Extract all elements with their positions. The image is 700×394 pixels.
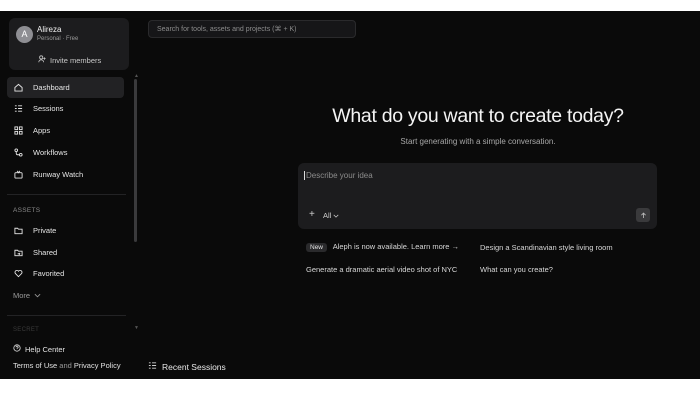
chevron-down-icon bbox=[34, 291, 41, 300]
suggestion-living-room[interactable]: Design a Scandinavian style living room bbox=[480, 243, 613, 252]
sidebar-item-label: Favorited bbox=[33, 269, 65, 278]
sidebar-item-label: Private bbox=[33, 226, 57, 235]
sidebar-item-label: Shared bbox=[33, 248, 58, 257]
sidebar-divider bbox=[7, 194, 126, 195]
sessions-icon bbox=[148, 361, 157, 372]
account-name: Alireza bbox=[37, 25, 62, 34]
sidebar: A Alireza Personal · Free Invite members… bbox=[0, 11, 139, 379]
sidebar-scrollbar[interactable] bbox=[134, 79, 137, 242]
sidebar-item-label: Dashboard bbox=[33, 83, 70, 92]
suggestion-label: Aleph is now available. Learn more → bbox=[332, 242, 460, 251]
tv-icon bbox=[12, 169, 24, 181]
sidebar-item-apps[interactable]: Apps bbox=[7, 120, 124, 141]
sessions-icon bbox=[12, 103, 24, 115]
send-button[interactable] bbox=[636, 208, 650, 222]
add-attachment-button[interactable]: + bbox=[309, 209, 315, 220]
scroll-down-arrow[interactable]: ▼ bbox=[134, 325, 139, 331]
prompt-input[interactable]: Describe your idea bbox=[304, 171, 373, 180]
heart-icon bbox=[12, 268, 24, 280]
sidebar-item-label: Workflows bbox=[33, 148, 68, 157]
sidebar-item-label: Sessions bbox=[33, 104, 64, 113]
page-subtitle: Start generating with a simple conversat… bbox=[400, 137, 556, 146]
apps-grid-icon bbox=[12, 125, 24, 137]
sidebar-item-runway-watch[interactable]: Runway Watch bbox=[7, 164, 124, 185]
mode-select-label: All bbox=[323, 211, 332, 220]
folder-icon bbox=[12, 225, 24, 237]
workflow-icon bbox=[12, 147, 24, 159]
privacy-link[interactable]: Privacy Policy bbox=[74, 361, 121, 370]
more-label: More bbox=[13, 291, 31, 300]
recent-sessions-label: Recent Sessions bbox=[162, 361, 226, 372]
sidebar-item-label: Apps bbox=[33, 126, 51, 135]
add-user-icon bbox=[38, 55, 46, 65]
help-center-link[interactable]: Help Center bbox=[13, 344, 65, 354]
account-card[interactable]: A Alireza Personal · Free Invite members bbox=[9, 18, 129, 70]
help-icon bbox=[13, 344, 21, 354]
recent-sessions-header[interactable]: Recent Sessions bbox=[148, 361, 226, 372]
shared-folder-icon bbox=[12, 247, 24, 259]
invite-members-label: Invite members bbox=[50, 55, 102, 65]
sidebar-item-workflows[interactable]: Workflows bbox=[7, 142, 124, 163]
search-input[interactable]: Search for tools, assets and projects (⌘… bbox=[148, 20, 356, 38]
home-icon bbox=[12, 82, 24, 94]
terms-link[interactable]: Terms of Use bbox=[13, 361, 57, 370]
sidebar-item-label: Runway Watch bbox=[33, 170, 84, 179]
sidebar-item-dashboard[interactable]: Dashboard bbox=[7, 77, 124, 98]
legal-links: Terms of Use and Privacy Policy bbox=[13, 361, 121, 370]
prompt-composer[interactable]: Describe your idea + All bbox=[298, 163, 657, 229]
new-badge: New bbox=[306, 243, 328, 252]
chevron-down-icon bbox=[333, 211, 339, 220]
sidebar-item-shared[interactable]: Shared bbox=[7, 242, 124, 263]
avatar[interactable]: A bbox=[16, 26, 33, 43]
page-title: What do you want to create today? bbox=[332, 105, 624, 127]
sidebar-divider bbox=[7, 315, 126, 316]
sidebar-item-sessions[interactable]: Sessions bbox=[7, 98, 124, 119]
help-center-label: Help Center bbox=[25, 344, 66, 354]
faded-section-label: SECRET bbox=[13, 327, 40, 333]
app-window: A Alireza Personal · Free Invite members… bbox=[0, 11, 700, 379]
sidebar-item-private[interactable]: Private bbox=[7, 220, 124, 241]
and-text: and bbox=[59, 361, 72, 370]
invite-members-button[interactable]: Invite members bbox=[38, 55, 101, 65]
mode-select[interactable]: All bbox=[323, 211, 339, 220]
assets-section-label: ASSETS bbox=[13, 207, 41, 214]
arrow-up-icon bbox=[640, 206, 647, 224]
account-plan: Personal · Free bbox=[37, 36, 79, 42]
suggestion-aerial-nyc[interactable]: Generate a dramatic aerial video shot of… bbox=[306, 265, 457, 274]
sidebar-item-favorited[interactable]: Favorited bbox=[7, 263, 124, 284]
suggestion-what-can-you-create[interactable]: What can you create? bbox=[480, 265, 553, 274]
suggestion-aleph[interactable]: New Aleph is now available. Learn more → bbox=[306, 242, 459, 252]
more-menu-toggle[interactable]: More bbox=[13, 291, 41, 300]
